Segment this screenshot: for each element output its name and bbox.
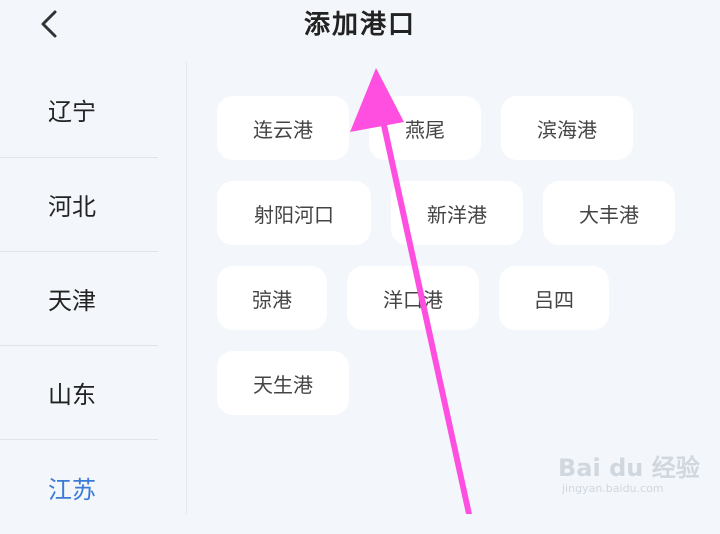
- port-chip-binhaigang[interactable]: 滨海港: [501, 96, 633, 160]
- sidebar-item-tianjin[interactable]: 天津: [0, 252, 158, 346]
- port-row: 天生港: [217, 351, 697, 415]
- watermark-brand: Bai du 经验: [558, 454, 700, 482]
- port-grid: 连云港 燕尾 滨海港 射阳河口 新洋港 大丰港 弶港 洋口港 吕四 天生港: [217, 96, 697, 436]
- port-chip-xinyanggang[interactable]: 新洋港: [391, 181, 523, 245]
- page-title: 添加港口: [303, 10, 416, 40]
- sidebar-item-liaoning[interactable]: 辽宁: [0, 62, 158, 158]
- sidebar-item-shandong[interactable]: 山东: [0, 346, 158, 440]
- port-chip-yanwei[interactable]: 燕尾: [369, 96, 481, 160]
- port-row: 弶港 洋口港 吕四: [217, 266, 697, 330]
- header-bar: 添加港口: [0, 0, 720, 62]
- province-sidebar: 辽宁 河北 天津 山东 江苏: [0, 62, 187, 514]
- watermark: Bai du 经验 jingyan.baidu.com: [558, 448, 708, 500]
- port-chip-tianshenggang[interactable]: 天生港: [217, 351, 349, 415]
- port-chip-jianggang[interactable]: 弶港: [217, 266, 327, 330]
- port-chip-sheyanghekou[interactable]: 射阳河口: [217, 181, 371, 245]
- port-row: 射阳河口 新洋港 大丰港: [217, 181, 697, 245]
- port-chip-yangkougang[interactable]: 洋口港: [347, 266, 479, 330]
- port-chip-lvsi[interactable]: 吕四: [499, 266, 609, 330]
- port-row: 连云港 燕尾 滨海港: [217, 96, 697, 160]
- port-chip-lianyungang[interactable]: 连云港: [217, 96, 349, 160]
- port-chip-dafenggang[interactable]: 大丰港: [543, 181, 675, 245]
- sidebar-item-jiangsu[interactable]: 江苏: [0, 440, 158, 534]
- watermark-url: jingyan.baidu.com: [562, 482, 664, 495]
- sidebar-item-hebei[interactable]: 河北: [0, 158, 158, 252]
